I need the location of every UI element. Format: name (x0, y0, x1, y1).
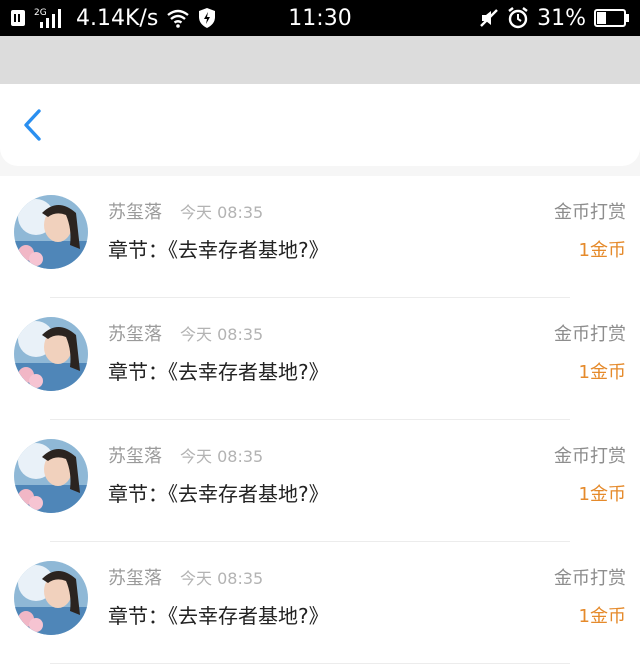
list-item[interactable]: 苏玺落 今天 08:35 章节：《去幸存者基地?》 金币打赏 1金币 (0, 542, 640, 664)
reward-info: 金币打赏 1金币 (554, 564, 626, 628)
avatar[interactable] (14, 317, 88, 391)
sim-icon (10, 8, 26, 28)
reward-info: 金币打赏 1金币 (554, 442, 626, 506)
status-left: 2G 4.14K/s (10, 6, 216, 31)
mute-icon (479, 8, 499, 28)
battery-percent: 31% (537, 5, 586, 31)
timestamp: 今天 08:35 (180, 203, 264, 222)
reward-type: 金币打赏 (554, 202, 626, 223)
reward-type: 金币打赏 (554, 324, 626, 345)
reward-amount: 1金币 (578, 484, 626, 505)
list-item[interactable]: 苏玺落 今天 08:35 章节：《去幸存者基地?》 金币打赏 1金币 (0, 420, 640, 542)
reward-type: 金币打赏 (554, 446, 626, 467)
chevron-left-icon (24, 109, 41, 141)
signal-icon: 2G (34, 6, 68, 30)
timestamp: 今天 08:35 (180, 325, 264, 344)
reward-list: 苏玺落 今天 08:35 章节：《去幸存者基地?》 金币打赏 1金币 苏玺落 今… (0, 176, 640, 664)
status-bar: 2G 4.14K/s 31% (0, 0, 640, 36)
timestamp: 今天 08:35 (180, 569, 264, 588)
back-button[interactable] (4, 97, 60, 153)
network-type-label: 2G (34, 8, 47, 18)
list-item[interactable]: 苏玺落 今天 08:35 章节：《去幸存者基地?》 金币打赏 1金币 (0, 176, 640, 298)
reward-info: 金币打赏 1金币 (554, 320, 626, 384)
avatar[interactable] (14, 439, 88, 513)
network-speed: 4.14K/s (76, 5, 159, 31)
reward-amount: 1金币 (578, 362, 626, 383)
status-right: 31% (479, 6, 630, 31)
reward-info: 金币打赏 1金币 (554, 198, 626, 262)
battery-icon (594, 8, 630, 28)
reward-type: 金币打赏 (554, 568, 626, 589)
alarm-icon (507, 7, 529, 29)
top-spacer (0, 36, 640, 86)
timestamp: 今天 08:35 (180, 447, 264, 466)
user-name: 苏玺落 (108, 446, 162, 467)
user-name: 苏玺落 (108, 568, 162, 589)
avatar[interactable] (14, 561, 88, 635)
user-name: 苏玺落 (108, 202, 162, 223)
user-name: 苏玺落 (108, 324, 162, 345)
avatar[interactable] (14, 195, 88, 269)
shield-icon (198, 7, 216, 29)
nav-header (0, 84, 640, 166)
reward-amount: 1金币 (578, 606, 626, 627)
reward-amount: 1金币 (578, 240, 626, 261)
list-item[interactable]: 苏玺落 今天 08:35 章节：《去幸存者基地?》 金币打赏 1金币 (0, 298, 640, 420)
wifi-icon (166, 8, 190, 28)
